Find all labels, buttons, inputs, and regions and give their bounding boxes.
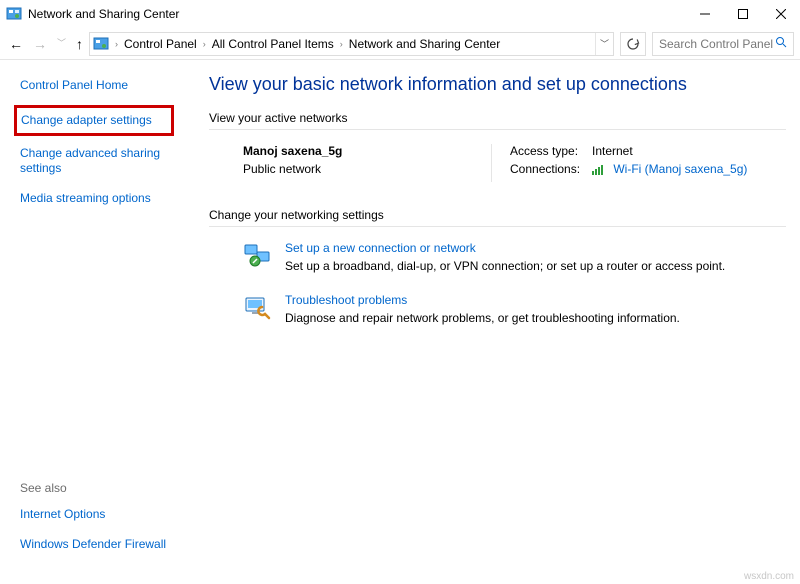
title-bar: Network and Sharing Center [0,0,800,28]
breadcrumb-item[interactable]: Control Panel [120,37,201,51]
search-placeholder: Search Control Panel [659,37,775,51]
search-input[interactable]: Search Control Panel [652,32,794,56]
troubleshoot-link[interactable]: Troubleshoot problems [285,293,680,307]
page-heading: View your basic network information and … [209,74,786,95]
setting-troubleshoot: Troubleshoot problems Diagnose and repai… [243,293,786,325]
search-icon [775,36,787,51]
up-button[interactable]: ↑ [76,37,83,51]
sidebar: Control Panel Home Change adapter settin… [0,60,195,570]
refresh-button[interactable] [620,32,646,56]
close-button[interactable] [762,0,800,28]
watermark: wsxdn.com [744,571,794,582]
setting-setup-connection: Set up a new connection or network Set u… [243,241,786,273]
see-also-heading: See also [20,481,195,495]
breadcrumb[interactable]: › Control Panel › All Control Panel Item… [89,32,614,56]
connection-link[interactable]: Wi-Fi (Manoj saxena_5g) [613,162,747,176]
chevron-right-icon[interactable]: › [338,39,345,49]
recent-dropdown[interactable]: ﹀ [57,39,66,48]
network-type: Public network [243,162,491,176]
connections-label: Connections: [510,162,592,178]
chevron-right-icon[interactable]: › [113,39,120,49]
wifi-signal-icon [592,164,606,178]
sidebar-firewall-link[interactable]: Windows Defender Firewall [20,537,195,552]
address-dropdown[interactable]: ﹀ [595,33,613,55]
breadcrumb-item[interactable]: All Control Panel Items [208,37,338,51]
troubleshoot-icon [243,293,271,321]
networking-settings-heading: Change your networking settings [209,208,786,222]
forward-button[interactable]: → [33,37,47,51]
window-title: Network and Sharing Center [28,7,179,21]
address-bar-row: ← → ﹀ ↑ › Control Panel › All Control Pa… [0,28,800,60]
maximize-button[interactable] [724,0,762,28]
chevron-right-icon[interactable]: › [201,39,208,49]
control-panel-icon [6,6,22,22]
minimize-button[interactable] [686,0,724,28]
network-name: Manoj saxena_5g [243,144,491,158]
access-type-label: Access type: [510,144,592,158]
access-type-value: Internet [592,144,633,158]
back-button[interactable]: ← [9,37,23,51]
sidebar-adapter-link[interactable]: Change adapter settings [21,113,165,128]
see-also-section: See also Internet Options Windows Defend… [20,481,195,570]
breadcrumb-item[interactable]: Network and Sharing Center [345,37,504,51]
setup-connection-icon [243,241,271,269]
main-content: View your basic network information and … [195,60,800,570]
sidebar-media-link[interactable]: Media streaming options [20,191,195,206]
sidebar-advanced-link[interactable]: Change advanced sharing settings [20,146,195,176]
active-network-row: Manoj saxena_5g Public network Access ty… [209,144,786,182]
highlight-box: Change adapter settings [14,105,174,136]
control-panel-icon [93,36,109,52]
active-networks-heading: View your active networks [209,111,786,125]
troubleshoot-desc: Diagnose and repair network problems, or… [285,311,680,325]
sidebar-home-link[interactable]: Control Panel Home [20,78,195,93]
setup-connection-desc: Set up a broadband, dial-up, or VPN conn… [285,259,725,273]
setup-connection-link[interactable]: Set up a new connection or network [285,241,725,255]
sidebar-internet-options-link[interactable]: Internet Options [20,507,195,522]
